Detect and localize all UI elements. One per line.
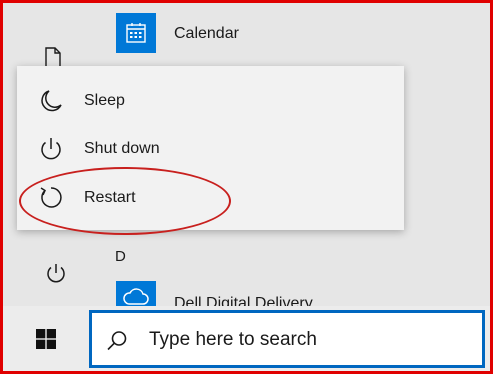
start-button[interactable]: [3, 306, 89, 371]
dell-app-tile[interactable]: [116, 281, 156, 306]
dell-app-label[interactable]: Dell Digital Delivery: [174, 295, 313, 306]
section-letter-d[interactable]: D: [115, 248, 126, 265]
windows-logo-icon: [36, 328, 56, 349]
power-icon[interactable]: [44, 261, 68, 285]
calendar-icon: [126, 23, 146, 43]
restart-icon: [40, 187, 62, 208]
calendar-app-tile[interactable]: [116, 13, 156, 53]
search-placeholder: Type here to search: [149, 329, 317, 350]
calendar-app-label[interactable]: Calendar: [174, 25, 239, 43]
menu-item-restart[interactable]: Restart: [17, 174, 404, 222]
sleep-label: Sleep: [84, 92, 125, 109]
menu-item-sleep[interactable]: Sleep: [17, 77, 404, 125]
cloud-icon: [123, 288, 149, 305]
moon-icon: [41, 90, 62, 112]
shutdown-label: Shut down: [84, 140, 160, 157]
restart-label: Restart: [84, 189, 136, 206]
power-icon: [41, 138, 61, 160]
search-icon: [107, 331, 127, 351]
power-menu: Sleep Shut down Restart: [17, 66, 404, 230]
dell-app-label-clip: Dell Digital Delivery: [174, 295, 313, 306]
menu-item-shutdown[interactable]: Shut down: [17, 125, 404, 173]
search-box[interactable]: Type here to search: [89, 310, 485, 368]
